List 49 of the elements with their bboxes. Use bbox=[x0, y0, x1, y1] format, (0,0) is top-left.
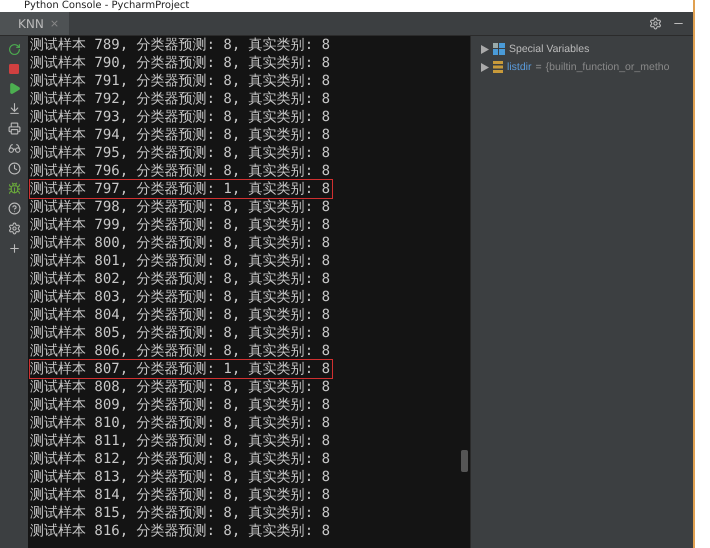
console-line: 测试样本 797, 分类器预测: 1, 真实类别: 8 bbox=[30, 180, 332, 198]
rerun-icon[interactable] bbox=[8, 43, 20, 56]
variable-name: Special Variables bbox=[509, 43, 590, 55]
console-line: 测试样本 789, 分类器预测: 8, 真实类别: 8 bbox=[30, 36, 332, 54]
print-icon[interactable] bbox=[8, 122, 20, 135]
window-title: Python Console - PycharmProject bbox=[24, 1, 190, 11]
console-line: 测试样本 815, 分类器预测: 8, 真实类别: 8 bbox=[30, 504, 332, 522]
console-line: 测试样本 816, 分类器预测: 8, 真实类别: 8 bbox=[30, 522, 332, 540]
variable-name: listdir bbox=[507, 61, 532, 73]
console-line: 测试样本 813, 分类器预测: 8, 真实类别: 8 bbox=[30, 468, 332, 486]
glasses-icon[interactable] bbox=[8, 142, 20, 155]
console-line: 测试样本 809, 分类器预测: 8, 真实类别: 8 bbox=[30, 396, 332, 414]
close-tab-icon[interactable]: × bbox=[50, 17, 60, 30]
console-line: 测试样本 802, 分类器预测: 8, 真实类别: 8 bbox=[30, 270, 332, 288]
settings-icon[interactable] bbox=[8, 222, 20, 235]
console-line: 测试样本 812, 分类器预测: 8, 真实类别: 8 bbox=[30, 450, 332, 468]
add-icon[interactable] bbox=[8, 242, 20, 255]
console-line: 测试样本 811, 分类器预测: 8, 真实类别: 8 bbox=[30, 432, 332, 450]
console-line: 测试样本 798, 分类器预测: 8, 真实类别: 8 bbox=[30, 198, 332, 216]
console-line: 测试样本 806, 分类器预测: 8, 真实类别: 8 bbox=[30, 342, 332, 360]
variables-group-icon bbox=[493, 43, 505, 55]
equals-sign: = bbox=[536, 61, 542, 73]
console-line: 测试样本 803, 分类器预测: 8, 真实类别: 8 bbox=[30, 288, 332, 306]
help-icon[interactable] bbox=[8, 202, 20, 215]
scrollbar-thumb[interactable] bbox=[461, 450, 468, 472]
console-line: 测试样本 810, 分类器预测: 8, 真实类别: 8 bbox=[30, 414, 332, 432]
console-line: 测试样本 792, 分类器预测: 8, 真实类别: 8 bbox=[30, 90, 332, 108]
console-line: 测试样本 791, 分类器预测: 8, 真实类别: 8 bbox=[30, 72, 332, 90]
console-line: 测试样本 793, 分类器预测: 8, 真实类别: 8 bbox=[30, 108, 332, 126]
run-icon[interactable] bbox=[8, 82, 20, 95]
console-line: 测试样本 794, 分类器预测: 8, 真实类别: 8 bbox=[30, 126, 332, 144]
console-line: 测试样本 795, 分类器预测: 8, 真实类别: 8 bbox=[30, 144, 332, 162]
console-line: 测试样本 790, 分类器预测: 8, 真实类别: 8 bbox=[30, 54, 332, 72]
list-icon bbox=[493, 61, 503, 73]
console-tab[interactable]: KNN × bbox=[0, 12, 70, 35]
console-line: 测试样本 796, 分类器预测: 8, 真实类别: 8 bbox=[30, 162, 332, 180]
console-line: 测试样本 801, 分类器预测: 8, 真实类别: 8 bbox=[30, 252, 332, 270]
bug-icon[interactable] bbox=[8, 182, 20, 195]
console-line: 测试样本 807, 分类器预测: 1, 真实类别: 8 bbox=[30, 360, 332, 378]
variable-value: {builtin_function_or_metho bbox=[546, 61, 670, 73]
console-line: 测试样本 808, 分类器预测: 8, 真实类别: 8 bbox=[30, 378, 332, 396]
settings-icon[interactable] bbox=[649, 17, 662, 30]
console-line: 测试样本 799, 分类器预测: 8, 真实类别: 8 bbox=[30, 216, 332, 234]
console-line: 测试样本 800, 分类器预测: 8, 真实类别: 8 bbox=[30, 234, 332, 252]
console-line: 测试样本 804, 分类器预测: 8, 真实类别: 8 bbox=[30, 306, 332, 324]
scroll-to-end-icon[interactable] bbox=[8, 102, 20, 115]
clock-icon[interactable] bbox=[8, 162, 20, 175]
console-line: 测试样本 805, 分类器预测: 8, 真实类别: 8 bbox=[30, 324, 332, 342]
console-line: 测试样本 814, 分类器预测: 8, 真实类别: 8 bbox=[30, 486, 332, 504]
